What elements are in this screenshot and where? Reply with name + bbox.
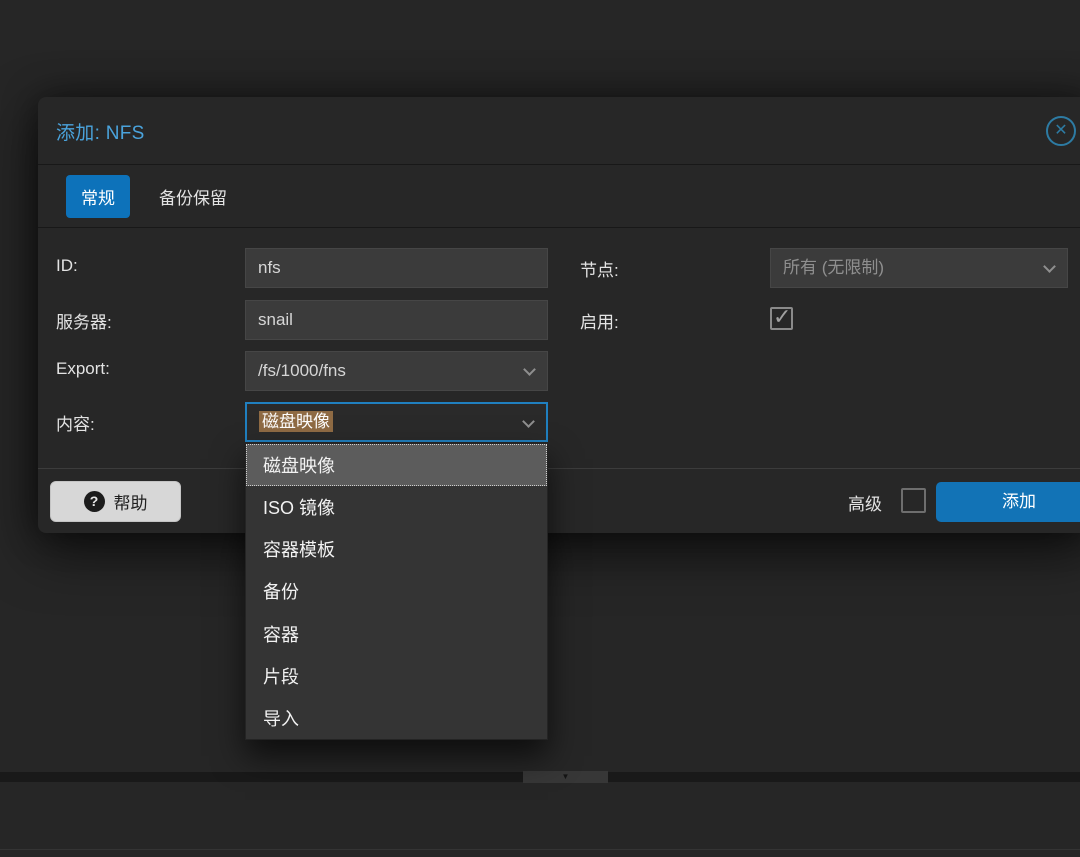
close-icon[interactable]: ✕: [1046, 116, 1076, 146]
dialog-titlebar[interactable]: 添加: NFS ✕: [38, 97, 1080, 165]
help-button-label: 帮助: [114, 489, 148, 514]
footer-separator: [38, 468, 1080, 469]
content-dropdown-list: 磁盘映像 ISO 镜像 容器模板 备份 容器 片段 导入: [245, 443, 548, 740]
chevron-down-icon[interactable]: [523, 363, 536, 376]
dropdown-option-disk-image[interactable]: 磁盘映像: [246, 444, 547, 486]
dropdown-option-backup[interactable]: 备份: [246, 570, 547, 612]
content-label: 内容:: [56, 410, 95, 435]
add-button[interactable]: 添加: [936, 482, 1080, 522]
collapse-triangle-icon: ▼: [562, 773, 570, 781]
advanced-label: 高级: [848, 490, 882, 515]
add-nfs-dialog: 添加: NFS ✕ 常规 备份保留 ID: nfs 服务器: snail Exp…: [38, 97, 1080, 533]
enable-label: 启用:: [580, 308, 619, 333]
chevron-down-icon: [1043, 260, 1056, 273]
dialog-title: 添加: NFS: [56, 118, 145, 145]
question-icon: ?: [84, 491, 105, 512]
server-label: 服务器:: [56, 308, 112, 333]
dropdown-option-import[interactable]: 导入: [246, 697, 547, 739]
tab-backup-retention[interactable]: 备份保留: [144, 175, 242, 218]
export-value: /fs/1000/fns: [258, 361, 346, 380]
dropdown-option-container-template[interactable]: 容器模板: [246, 528, 547, 570]
export-combobox[interactable]: /fs/1000/fns: [245, 351, 548, 391]
dropdown-option-container[interactable]: 容器: [246, 613, 547, 655]
dialog-tabbar: 常规 备份保留: [38, 165, 1080, 228]
dropdown-option-snippets[interactable]: 片段: [246, 655, 547, 697]
app-background: { "dialog": { "title": "添加: NFS", "tabs"…: [0, 0, 1080, 857]
content-value-selected: 磁盘映像: [259, 411, 333, 432]
tab-general[interactable]: 常规: [66, 175, 130, 218]
nodes-label: 节点:: [580, 256, 619, 281]
export-label: Export:: [56, 359, 110, 379]
nodes-combobox: 所有 (无限制): [770, 248, 1068, 288]
id-label: ID:: [56, 256, 78, 276]
statusbar-divider: [0, 849, 1080, 850]
id-input[interactable]: nfs: [245, 248, 548, 288]
enable-checkbox[interactable]: ✓: [770, 307, 793, 330]
checkmark-icon: ✓: [773, 304, 791, 330]
advanced-checkbox[interactable]: [901, 488, 926, 513]
splitter-collapse-handle[interactable]: ▼: [523, 771, 608, 783]
server-input[interactable]: snail: [245, 300, 548, 340]
content-combobox[interactable]: 磁盘映像: [245, 402, 548, 442]
nodes-value: 所有 (无限制): [783, 258, 884, 277]
dropdown-option-iso-image[interactable]: ISO 镜像: [246, 486, 547, 528]
chevron-down-icon[interactable]: [522, 415, 535, 428]
help-button[interactable]: ? 帮助: [50, 481, 181, 522]
